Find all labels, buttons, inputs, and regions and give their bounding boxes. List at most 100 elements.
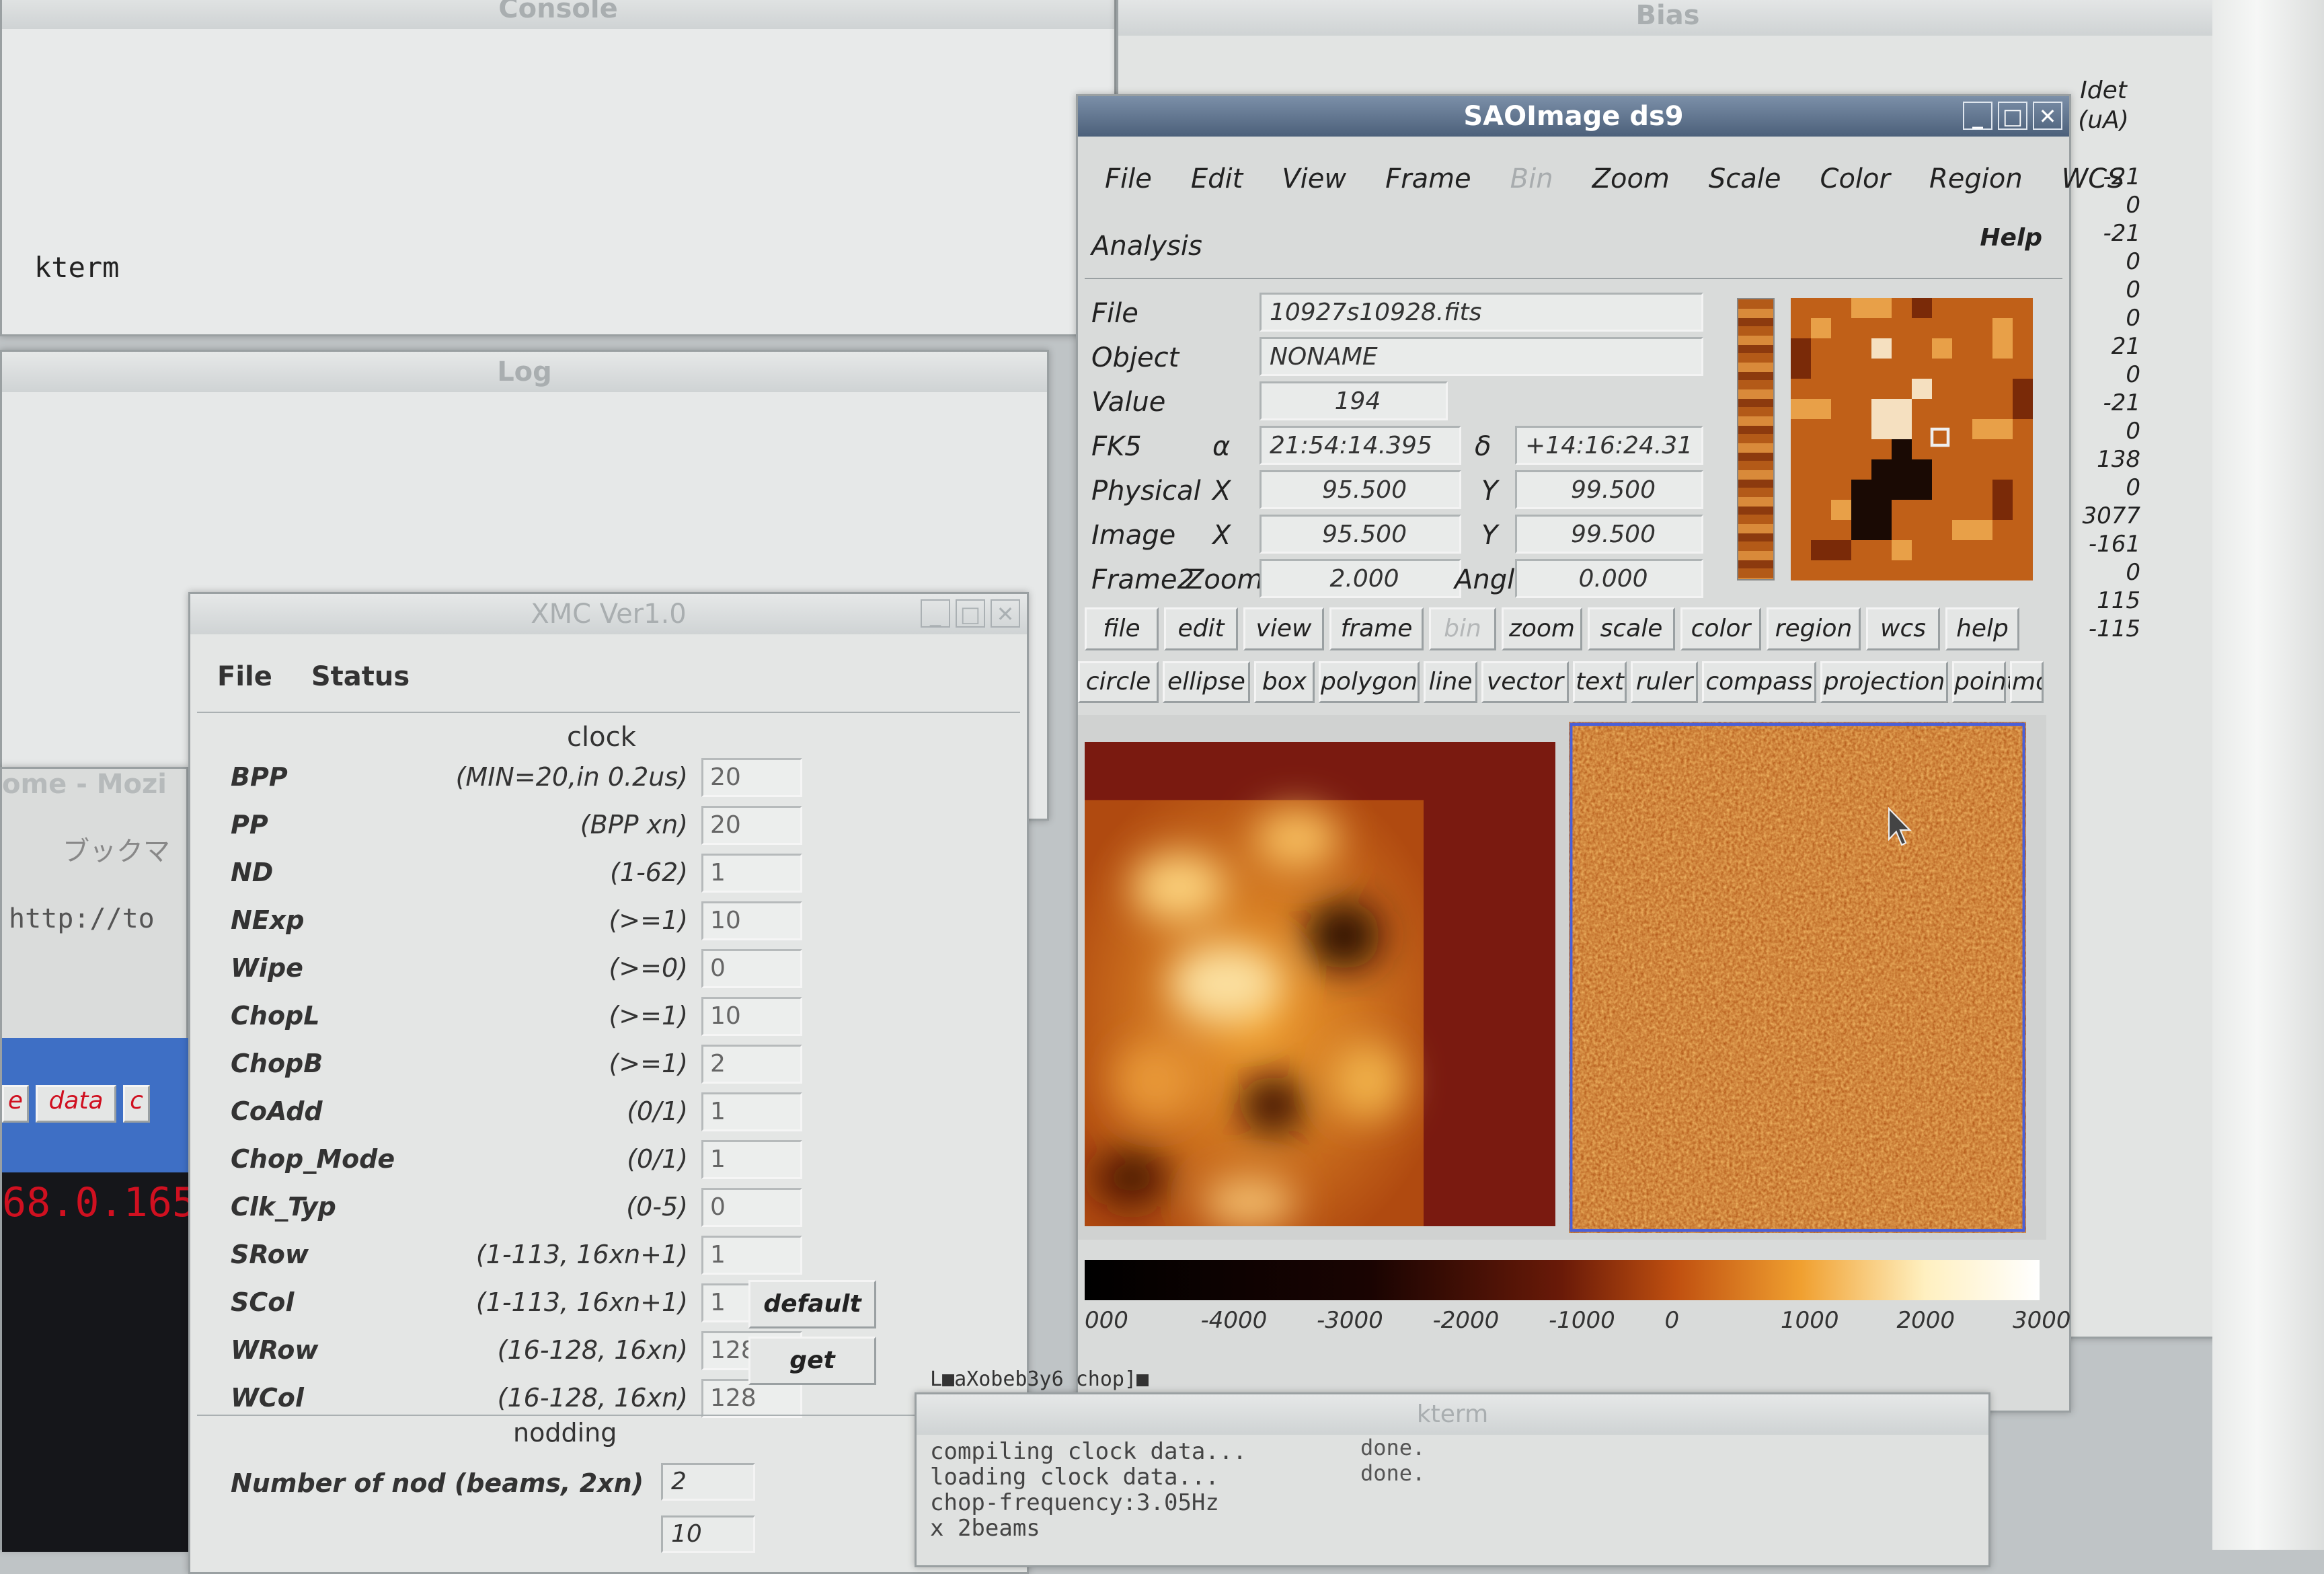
param-value-field[interactable]: 1 <box>701 1140 802 1179</box>
button-frame[interactable]: frame <box>1329 607 1424 650</box>
ds9-menu-bin[interactable]: Bin <box>1510 163 1553 194</box>
param-name: SRow <box>231 1240 309 1269</box>
param-value-field[interactable]: 1 <box>701 1092 802 1131</box>
idet-value: -115 <box>2088 615 2140 642</box>
nod2-field[interactable]: 10 <box>661 1515 755 1553</box>
button-edit[interactable]: edit <box>1164 607 1238 650</box>
region-line[interactable]: line <box>1424 661 1477 703</box>
button-wcs[interactable]: wcs <box>1866 607 1940 650</box>
param-value-field[interactable]: 0 <box>701 949 802 988</box>
param-value-field[interactable]: 10 <box>701 901 802 940</box>
image-label: Image <box>1091 520 1176 551</box>
param-value-field[interactable]: 10 <box>701 997 802 1036</box>
ds9-menu-zoom[interactable]: Zoom <box>1592 163 1670 194</box>
image-y-field: 99.500 <box>1515 515 1703 554</box>
button-zoom[interactable]: zoom <box>1502 607 1582 650</box>
kterm-titlebar[interactable]: kterm <box>917 1394 1988 1435</box>
file-field: 10927s10928.fits <box>1260 293 1703 332</box>
close-icon[interactable]: ✕ <box>2033 102 2062 130</box>
region-vector[interactable]: vector <box>1481 661 1569 703</box>
mozilla-url-field[interactable]: http://to <box>9 903 155 934</box>
region-projection[interactable]: projection <box>1820 661 1948 703</box>
colorbar-tick-label: -1000 <box>1549 1307 1615 1334</box>
mozilla-tab-1[interactable]: e <box>2 1085 29 1123</box>
xmc-separator <box>197 712 1020 713</box>
mozilla-terminal <box>2 1172 190 1552</box>
param-range: (MIN=20,in 0.2us) <box>455 762 688 792</box>
ds9-region-buttonbar: circle ellipse box polygon line vector t… <box>1078 661 2049 708</box>
button-file[interactable]: file <box>1085 607 1159 650</box>
ds9-menu-file[interactable]: File <box>1105 163 1152 194</box>
minimize-icon[interactable]: _ <box>1963 102 1992 130</box>
ds9-titlebar[interactable]: SAOImage ds9 _ □ ✕ <box>1078 96 2069 137</box>
param-range: (0-5) <box>626 1192 688 1222</box>
mozilla-tab-3[interactable]: c <box>123 1085 150 1123</box>
console-prompt[interactable]: kterm <box>34 251 119 284</box>
ds9-menu-edit[interactable]: Edit <box>1191 163 1243 194</box>
bias-titlebar[interactable]: Bias <box>1118 0 2217 36</box>
button-view[interactable]: view <box>1243 607 1324 650</box>
button-bin[interactable]: bin <box>1429 607 1496 650</box>
physical-x-field: 95.500 <box>1260 470 1461 509</box>
nod-field[interactable]: 2 <box>661 1463 755 1501</box>
region-box[interactable]: box <box>1254 661 1315 703</box>
frame2-image[interactable] <box>1569 722 2026 1233</box>
button-help[interactable]: help <box>1945 607 2019 650</box>
value-field: 194 <box>1260 381 1448 420</box>
region-compass[interactable]: compass <box>1702 661 1816 703</box>
region-polygon[interactable]: polygon <box>1319 661 1420 703</box>
region-point[interactable]: point <box>1952 661 2016 703</box>
log-titlebar[interactable]: Log <box>2 352 1047 392</box>
xmc-close-icon[interactable]: ✕ <box>991 599 1020 628</box>
idet-value: 0 <box>2126 418 2140 445</box>
param-name: SCol <box>231 1287 295 1317</box>
mozilla-tab-data[interactable]: data <box>36 1085 116 1123</box>
xmc-menu-status[interactable]: Status <box>311 661 410 692</box>
ds9-menu-view[interactable]: View <box>1282 163 1346 194</box>
default-button[interactable]: default <box>748 1280 876 1328</box>
get-button[interactable]: get <box>748 1337 876 1385</box>
ds9-menu-color[interactable]: Color <box>1820 163 1890 194</box>
param-name: NExp <box>231 905 305 935</box>
button-scale[interactable]: scale <box>1588 607 1675 650</box>
param-value-field[interactable]: 0 <box>701 1188 802 1227</box>
maximize-icon[interactable]: □ <box>1998 102 2027 130</box>
region-ellipse[interactable]: ellipse <box>1163 661 1250 703</box>
kterm-done-1: done. <box>1360 1435 1426 1460</box>
region-ruler[interactable]: ruler <box>1631 661 1698 703</box>
mozilla-bookmarks[interactable]: ブックマ <box>63 829 170 868</box>
ds9-menu-analysis[interactable]: Analysis <box>1091 231 1202 262</box>
xmc-param-row: NExp (>=1) 10 <box>190 901 997 948</box>
ds9-menu-frame[interactable]: Frame <box>1385 163 1471 194</box>
param-value-field[interactable]: 2 <box>701 1045 802 1084</box>
button-region[interactable]: region <box>1767 607 1861 650</box>
console-titlebar[interactable]: Console <box>2 0 1114 29</box>
param-name: ChopB <box>231 1049 323 1078</box>
idet-unit: (uA) <box>2078 106 2129 134</box>
ds9-menu-wcs[interactable]: WCS <box>2062 163 2125 194</box>
file-label: File <box>1091 298 1138 329</box>
kterm-line-2: loading clock data... <box>930 1464 1219 1491</box>
param-value-field[interactable]: 1 <box>701 1236 802 1275</box>
param-value-field[interactable]: 20 <box>701 806 802 845</box>
xmc-minimize-icon[interactable]: _ <box>921 599 950 628</box>
ds9-menu-help[interactable]: Help <box>1980 224 2042 252</box>
param-value-field[interactable]: 1 <box>701 854 802 893</box>
xmc-title: XMC Ver1.0 <box>531 599 687 630</box>
region-more[interactable]: more <box>2010 661 2044 703</box>
region-circle[interactable]: circle <box>1078 661 1159 703</box>
param-value-field[interactable]: 20 <box>701 758 802 797</box>
idet-value: 0 <box>2126 361 2140 388</box>
xmc-menu-file[interactable]: File <box>217 661 272 692</box>
region-text[interactable]: text <box>1573 661 1627 703</box>
image-y-label: Y <box>1481 520 1498 551</box>
param-range: (>=1) <box>609 905 688 935</box>
ds9-menu-region[interactable]: Region <box>1929 163 2023 194</box>
xmc-maximize-icon[interactable]: □ <box>956 599 985 628</box>
xmc-param-row: PP (BPP xn) 20 <box>190 806 997 853</box>
xmc-titlebar[interactable]: XMC Ver1.0 _ □ ✕ <box>190 594 1027 634</box>
button-color[interactable]: color <box>1680 607 1761 650</box>
frame1-image[interactable] <box>1085 742 1555 1226</box>
mozilla-title[interactable]: ome - Mozi <box>2 769 167 800</box>
ds9-menu-scale[interactable]: Scale <box>1709 163 1781 194</box>
